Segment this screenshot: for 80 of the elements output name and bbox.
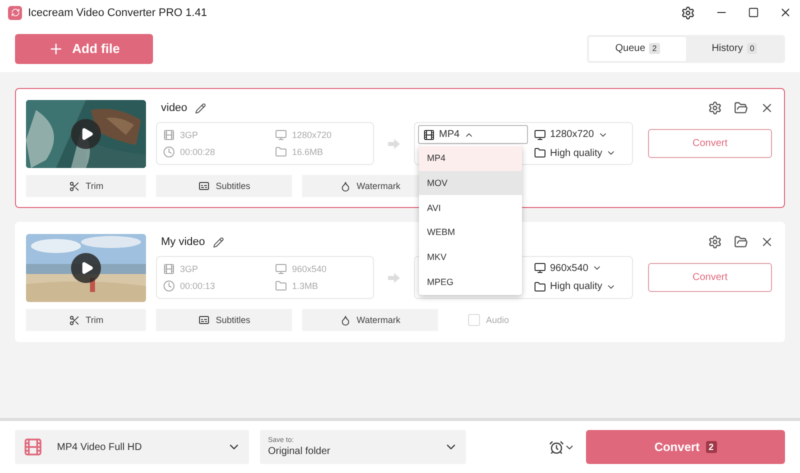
folder-icon bbox=[534, 280, 546, 293]
format-info: 3GP bbox=[163, 262, 275, 275]
format-option[interactable]: MKV bbox=[419, 244, 522, 270]
drop-icon bbox=[340, 180, 351, 192]
film-icon bbox=[163, 262, 175, 275]
resolution-select[interactable]: 1280x720 bbox=[528, 128, 629, 140]
arrow-icon bbox=[388, 272, 400, 282]
folder-icon bbox=[534, 147, 546, 159]
rename-button[interactable] bbox=[195, 102, 206, 114]
maximize-icon bbox=[748, 7, 759, 18]
settings-icon bbox=[681, 6, 695, 20]
close-icon bbox=[760, 235, 774, 249]
settings-button[interactable] bbox=[708, 101, 722, 115]
film-icon bbox=[423, 128, 435, 140]
folder-icon bbox=[275, 280, 287, 292]
format-option[interactable]: AVI bbox=[419, 195, 522, 220]
convert-all-button[interactable]: Convert 2 bbox=[586, 430, 785, 464]
folder-icon bbox=[275, 146, 287, 158]
remove-button[interactable] bbox=[760, 235, 774, 249]
alarm-clock-icon bbox=[549, 440, 564, 454]
format-info: 3GP bbox=[163, 128, 275, 141]
folder-icon bbox=[734, 101, 748, 115]
settings-icon bbox=[708, 101, 722, 115]
open-folder-button[interactable] bbox=[734, 101, 748, 115]
monitor-icon bbox=[275, 128, 287, 141]
scissors-icon bbox=[68, 314, 80, 326]
monitor-icon bbox=[275, 262, 287, 275]
resolution-info: 1280x720 bbox=[275, 128, 367, 141]
duration-info: 00:00:28 bbox=[163, 146, 275, 158]
clock-icon bbox=[163, 146, 175, 158]
preset-select[interactable]: MP4 Video Full HD bbox=[15, 430, 249, 464]
subtitles-button[interactable]: Subtitles bbox=[156, 175, 292, 197]
settings-button[interactable] bbox=[681, 6, 695, 20]
rename-button[interactable] bbox=[213, 236, 224, 248]
resolution-info: 960x540 bbox=[275, 262, 367, 275]
tab[interactable]: Queue 2 bbox=[589, 36, 686, 60]
size-info: 1.3MB bbox=[275, 280, 367, 292]
captions-icon bbox=[198, 180, 210, 192]
arrow-icon bbox=[388, 138, 400, 148]
watermark-button[interactable]: Watermark bbox=[302, 309, 438, 331]
duration-info: 00:00:13 bbox=[163, 280, 275, 292]
trim-button[interactable]: Trim bbox=[26, 175, 146, 197]
film-icon bbox=[163, 128, 175, 141]
subtitles-button[interactable]: Subtitles bbox=[156, 309, 292, 331]
video-name: My video bbox=[161, 236, 206, 248]
remove-button[interactable] bbox=[760, 101, 774, 115]
video-name: video bbox=[161, 102, 188, 114]
play-icon bbox=[80, 127, 94, 141]
size-info: 16.6MB bbox=[275, 146, 367, 158]
pencil-icon bbox=[213, 236, 224, 248]
monitor-icon bbox=[534, 128, 546, 140]
maximize-button[interactable] bbox=[748, 7, 759, 18]
format-option[interactable]: WEBM bbox=[419, 220, 522, 245]
app-logo-icon bbox=[8, 6, 22, 20]
drop-icon bbox=[340, 314, 351, 326]
format-option[interactable]: MPEG bbox=[419, 269, 522, 294]
open-folder-button[interactable] bbox=[734, 235, 748, 249]
folder-icon bbox=[734, 235, 748, 249]
format-option[interactable]: MOV bbox=[419, 170, 522, 196]
trim-button[interactable]: Trim bbox=[26, 309, 146, 331]
captions-icon bbox=[198, 314, 210, 326]
quality-select[interactable]: High quality bbox=[528, 147, 629, 159]
close-icon bbox=[760, 101, 774, 115]
resolution-select[interactable]: 960x540 bbox=[528, 262, 629, 274]
close-icon bbox=[779, 6, 792, 19]
settings-button[interactable] bbox=[708, 235, 722, 249]
film-icon bbox=[23, 437, 43, 457]
settings-icon bbox=[708, 235, 722, 249]
schedule-button[interactable] bbox=[549, 440, 575, 454]
monitor-icon bbox=[534, 262, 546, 274]
play-icon bbox=[80, 261, 94, 275]
scissors-icon bbox=[68, 180, 80, 192]
pencil-icon bbox=[195, 102, 206, 114]
clock-icon bbox=[163, 280, 175, 292]
window-title: Icecream Video Converter PRO 1.41 bbox=[28, 6, 208, 18]
quality-select[interactable]: High quality bbox=[528, 280, 629, 293]
tab[interactable]: History 0 bbox=[686, 36, 783, 60]
format-option[interactable]: MP4 bbox=[419, 146, 522, 171]
close-button[interactable] bbox=[779, 6, 792, 19]
format-select[interactable]: MP4 bbox=[418, 125, 528, 144]
